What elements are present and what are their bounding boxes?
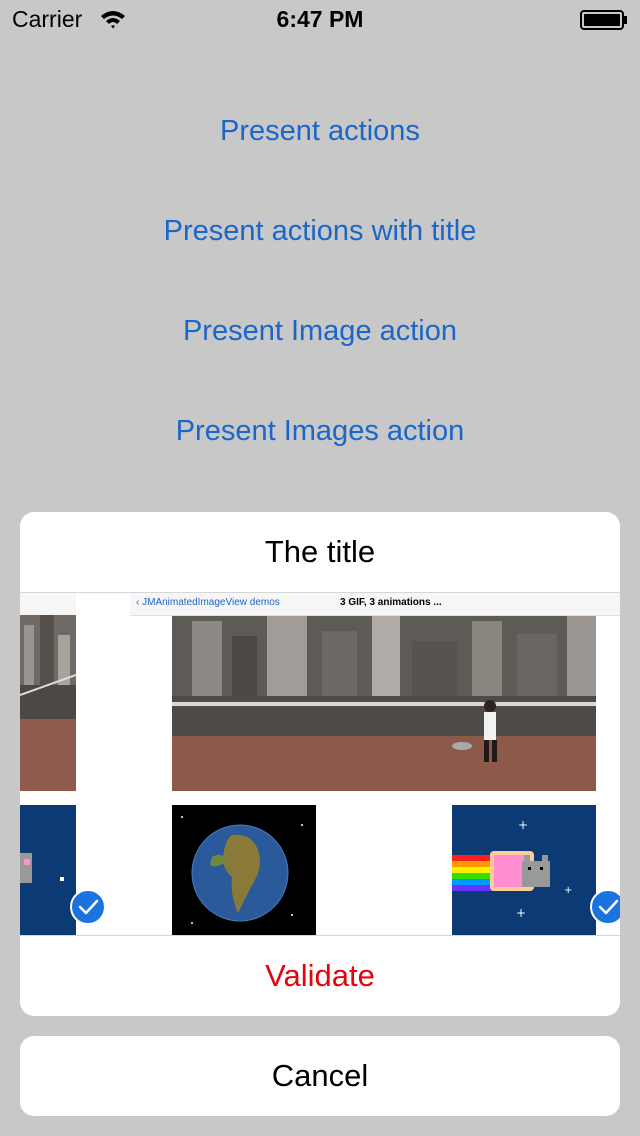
checkmark-icon <box>70 889 106 925</box>
screenshot-back-label: ‹ JMAnimatedImageView demos <box>136 597 280 608</box>
city-rooftop-image[interactable] <box>172 616 596 791</box>
nyan-cat-image[interactable]: + + + <box>452 805 596 935</box>
cancel-button[interactable]: Cancel <box>20 1036 620 1116</box>
sheet-title: The title <box>20 512 620 593</box>
validate-button[interactable]: Validate <box>20 936 620 1016</box>
svg-text:+: + <box>564 885 572 896</box>
present-images-action-button[interactable]: Present Images action <box>0 406 640 456</box>
earth-globe-image[interactable] <box>172 805 316 935</box>
previous-image-header <box>20 593 76 616</box>
previous-nyan-cat-image[interactable] <box>20 805 76 935</box>
present-actions-with-title-button[interactable]: Present actions with title <box>0 206 640 256</box>
image-strip[interactable]: ‹ JMAnimatedImageView demos 3 GIF, 3 ani… <box>20 593 620 936</box>
screenshot-nav-bar: ‹ JMAnimatedImageView demos 3 GIF, 3 ani… <box>130 593 620 616</box>
action-sheet: The title ‹ JMAnimatedImageView demos 3 … <box>20 512 620 1016</box>
status-bar: Carrier 6:47 PM <box>0 0 640 40</box>
svg-text:+: + <box>516 906 526 920</box>
clock: 6:47 PM <box>276 6 364 32</box>
checkmark-icon <box>590 889 620 925</box>
previous-city-image[interactable] <box>20 615 76 791</box>
battery-icon <box>580 10 627 30</box>
svg-text:+: + <box>518 818 528 832</box>
present-actions-button[interactable]: Present actions <box>0 106 640 156</box>
screenshot-nav-title: 3 GIF, 3 animations ... <box>340 597 442 608</box>
present-image-action-button[interactable]: Present Image action <box>0 306 640 356</box>
